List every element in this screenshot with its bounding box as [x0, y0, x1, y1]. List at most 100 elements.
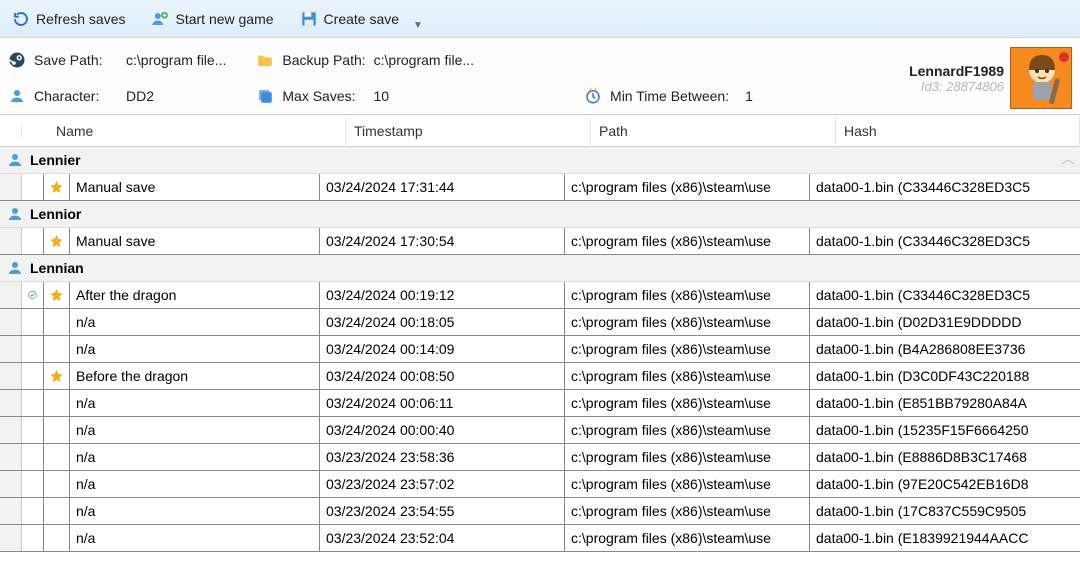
- star-cell[interactable]: [44, 444, 70, 470]
- path-cell: c:\program files (x86)\steam\use: [565, 498, 810, 524]
- group-name: Lennian: [30, 260, 84, 276]
- path-cell: c:\program files (x86)\steam\use: [565, 525, 810, 551]
- refresh-label: Refresh saves: [36, 11, 125, 27]
- name-cell: n/a: [70, 336, 320, 362]
- active-indicator: [22, 282, 44, 308]
- active-indicator: [22, 444, 44, 470]
- star-cell[interactable]: [44, 363, 70, 389]
- row-gutter: [0, 228, 22, 254]
- hash-cell: data00-1.bin (C33446C328ED3C5: [810, 228, 1080, 254]
- table-row[interactable]: Manual save03/24/2024 17:30:54c:\program…: [0, 228, 1080, 255]
- table-row[interactable]: n/a03/23/2024 23:52:04c:\program files (…: [0, 525, 1080, 552]
- group-header[interactable]: Lennior: [0, 201, 1080, 228]
- person-plus-icon: [151, 10, 169, 28]
- active-indicator: [22, 471, 44, 497]
- name-cell: Before the dragon: [70, 363, 320, 389]
- row-gutter: [0, 390, 22, 416]
- star-cell[interactable]: [44, 309, 70, 335]
- star-cell[interactable]: [44, 336, 70, 362]
- create-save-button[interactable]: Create save: [296, 8, 403, 30]
- min-time-value[interactable]: 1: [745, 88, 753, 104]
- name-cell: n/a: [70, 444, 320, 470]
- row-gutter: [0, 174, 22, 200]
- group-header[interactable]: Lennian: [0, 255, 1080, 282]
- name-cell: n/a: [70, 471, 320, 497]
- star-cell[interactable]: [44, 471, 70, 497]
- info-bar: Save Path: c:\program file... Character:…: [0, 38, 1080, 114]
- row-gutter: [0, 336, 22, 362]
- path-cell: c:\program files (x86)\steam\use: [565, 282, 810, 308]
- col-path[interactable]: Path: [591, 117, 836, 145]
- table-row[interactable]: n/a03/24/2024 00:14:09c:\program files (…: [0, 336, 1080, 363]
- character-value[interactable]: DD2: [126, 88, 154, 104]
- star-cell[interactable]: [44, 498, 70, 524]
- active-indicator: [22, 309, 44, 335]
- path-cell: c:\program files (x86)\steam\use: [565, 228, 810, 254]
- min-time-label: Min Time Between:: [610, 88, 729, 104]
- timestamp-cell: 03/24/2024 00:00:40: [320, 417, 565, 443]
- group-header[interactable]: Lennier: [0, 147, 1080, 174]
- row-gutter: [0, 309, 22, 335]
- person-icon: [6, 259, 24, 277]
- table-row[interactable]: n/a03/23/2024 23:57:02c:\program files (…: [0, 471, 1080, 498]
- active-indicator: [22, 417, 44, 443]
- table-row[interactable]: n/a03/24/2024 00:18:05c:\program files (…: [0, 309, 1080, 336]
- hash-cell: data00-1.bin (17C837C559C9505: [810, 498, 1080, 524]
- active-indicator: [22, 174, 44, 200]
- group-name: Lennior: [30, 206, 81, 222]
- star-cell[interactable]: [44, 174, 70, 200]
- scrollbar[interactable]: ︿: [1058, 151, 1078, 165]
- clock-icon: [584, 87, 602, 105]
- col-indicator[interactable]: [0, 125, 22, 137]
- hash-cell: data00-1.bin (E8886D8B3C17468: [810, 444, 1080, 470]
- table-row[interactable]: n/a03/23/2024 23:54:55c:\program files (…: [0, 498, 1080, 525]
- backup-path-value[interactable]: c:\program file...: [374, 52, 474, 68]
- col-timestamp[interactable]: Timestamp: [346, 117, 591, 145]
- star-cell[interactable]: [44, 282, 70, 308]
- start-new-game-button[interactable]: Start new game: [147, 8, 277, 30]
- create-save-dropdown[interactable]: ▼: [413, 20, 423, 31]
- star-cell[interactable]: [44, 417, 70, 443]
- table-row[interactable]: n/a03/24/2024 00:06:11c:\program files (…: [0, 390, 1080, 417]
- hash-cell: data00-1.bin (C33446C328ED3C5: [810, 174, 1080, 200]
- star-cell[interactable]: [44, 228, 70, 254]
- row-gutter: [0, 525, 22, 551]
- character-label: Character:: [34, 88, 118, 104]
- hash-cell: data00-1.bin (E851BB79280A84A: [810, 390, 1080, 416]
- path-cell: c:\program files (x86)\steam\use: [565, 336, 810, 362]
- avatar[interactable]: [1010, 47, 1072, 109]
- name-cell: n/a: [70, 498, 320, 524]
- col-hash[interactable]: Hash: [836, 117, 1080, 145]
- col-star[interactable]: [22, 125, 48, 137]
- hash-cell: data00-1.bin (B4A286808EE3736: [810, 336, 1080, 362]
- path-cell: c:\program files (x86)\steam\use: [565, 417, 810, 443]
- path-cell: c:\program files (x86)\steam\use: [565, 174, 810, 200]
- table-row[interactable]: Manual save03/24/2024 17:31:44c:\program…: [0, 174, 1080, 201]
- hash-cell: data00-1.bin (E1839921944AACC: [810, 525, 1080, 551]
- new-game-label: Start new game: [175, 11, 273, 27]
- table-row[interactable]: Before the dragon03/24/2024 00:08:50c:\p…: [0, 363, 1080, 390]
- timestamp-cell: 03/24/2024 00:08:50: [320, 363, 565, 389]
- star-cell[interactable]: [44, 525, 70, 551]
- timestamp-cell: 03/24/2024 00:19:12: [320, 282, 565, 308]
- active-indicator: [22, 336, 44, 362]
- table-row[interactable]: n/a03/24/2024 00:00:40c:\program files (…: [0, 417, 1080, 444]
- timestamp-cell: 03/23/2024 23:58:36: [320, 444, 565, 470]
- name-cell: After the dragon: [70, 282, 320, 308]
- row-gutter: [0, 282, 22, 308]
- person-icon: [8, 87, 26, 105]
- name-cell: n/a: [70, 390, 320, 416]
- refresh-saves-button[interactable]: Refresh saves: [8, 8, 129, 30]
- star-cell[interactable]: [44, 390, 70, 416]
- hash-cell: data00-1.bin (C33446C328ED3C5: [810, 282, 1080, 308]
- table-row[interactable]: After the dragon03/24/2024 00:19:12c:\pr…: [0, 282, 1080, 309]
- name-cell: n/a: [70, 417, 320, 443]
- name-cell: n/a: [70, 309, 320, 335]
- steam-icon: [8, 51, 26, 69]
- save-path-value[interactable]: c:\program file...: [126, 52, 226, 68]
- active-indicator: [22, 498, 44, 524]
- table-row[interactable]: n/a03/23/2024 23:58:36c:\program files (…: [0, 444, 1080, 471]
- table-body: LennierManual save03/24/2024 17:31:44c:\…: [0, 147, 1080, 552]
- col-name[interactable]: Name: [48, 117, 346, 145]
- max-saves-value[interactable]: 10: [374, 88, 390, 104]
